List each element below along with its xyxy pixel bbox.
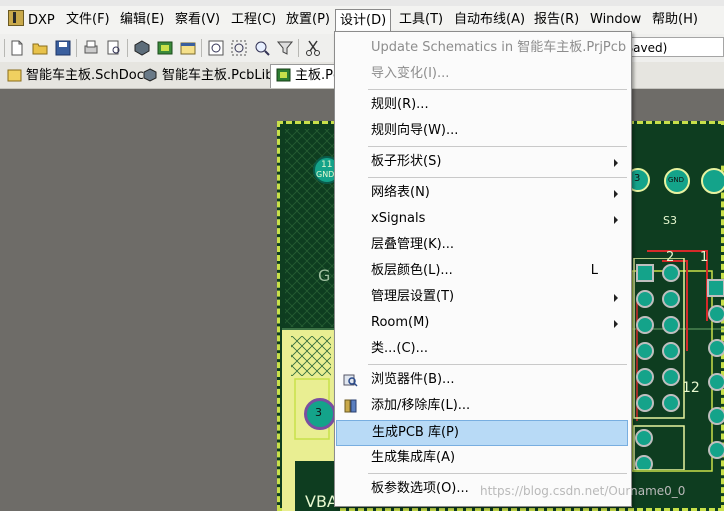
new-file-icon[interactable]: [8, 39, 26, 57]
submenu-arrow-icon: [614, 190, 618, 198]
zoom-selected-icon[interactable]: [253, 39, 271, 57]
menu-make-integrated-library[interactable]: 生成集成库(A): [336, 446, 628, 470]
library-icon: [344, 399, 357, 413]
layer-icon[interactable]: [179, 39, 197, 57]
menu-separator: [368, 146, 627, 147]
menu-update-schematics[interactable]: Update Schematics in 智能车主板.PrjPcb: [336, 36, 628, 60]
schematic-doc-icon: [7, 69, 22, 82]
3d-view-icon[interactable]: [133, 39, 151, 57]
menu-make-pcb-library[interactable]: 生成PCB 库(P): [336, 420, 628, 446]
menu-tools[interactable]: 工具(T): [395, 10, 447, 30]
filter-icon[interactable]: [276, 39, 294, 57]
menu-project[interactable]: 工程(C): [227, 10, 280, 30]
menu-layer-set-manager[interactable]: 管理层设置(T): [336, 285, 628, 309]
board-icon[interactable]: [156, 39, 174, 57]
board-label-g: G: [318, 266, 331, 285]
menu-add-remove-library[interactable]: 添加/移除库(L)...: [336, 394, 628, 418]
pad-gnd-right[interactable]: GND: [664, 168, 690, 194]
submenu-arrow-icon: [614, 216, 618, 224]
submenu-arrow-icon: [614, 159, 618, 167]
design-menu-dropdown: Update Schematics in 智能车主板.PrjPcb 导入变化(I…: [334, 31, 632, 507]
board-label-s3: S3: [663, 214, 677, 227]
menu-browse-components[interactable]: 浏览器件(B)...: [336, 368, 628, 392]
tab-schdoc[interactable]: 智能车主板.SchDoc: [2, 65, 150, 86]
toolbar-separator: [76, 39, 77, 57]
menu-separator: [368, 364, 627, 365]
menu-separator: [368, 89, 627, 90]
menu-help[interactable]: 帮助(H): [648, 10, 702, 30]
menu-window[interactable]: Window: [586, 10, 645, 30]
menu-autoroute[interactable]: 自动布线(A): [450, 10, 529, 30]
open-folder-icon[interactable]: [31, 39, 49, 57]
menu-reports[interactable]: 报告(R): [530, 10, 583, 30]
menu-board-shape[interactable]: 板子形状(S): [336, 150, 628, 174]
menu-view[interactable]: 察看(V): [171, 10, 224, 30]
dxp-logo-icon: [8, 10, 24, 26]
menu-import-changes[interactable]: 导入变化(I)...: [336, 62, 628, 86]
submenu-arrow-icon: [614, 294, 618, 302]
zoom-area-icon[interactable]: [230, 39, 248, 57]
toolbar-separator: [201, 39, 202, 57]
menu-edit[interactable]: 编辑(E): [116, 10, 168, 30]
print-preview-icon[interactable]: [105, 39, 123, 57]
toolbar-separator: [298, 39, 299, 57]
pcb-doc-icon: [276, 68, 291, 82]
menu-room[interactable]: Room(M): [336, 311, 628, 335]
pad-edge-right[interactable]: [701, 168, 724, 194]
header-pads: [633, 258, 724, 470]
watermark: https://blog.csdn.net/Ourname0_0: [480, 484, 686, 498]
menu-separator: [368, 177, 627, 178]
menu-separator: [368, 473, 627, 474]
browse-components-icon: [343, 374, 358, 387]
menu-layer-stack-manager[interactable]: 层叠管理(K)...: [336, 233, 628, 257]
menu-xsignals[interactable]: xSignals: [336, 207, 628, 231]
pcb-lib-icon: [143, 68, 157, 82]
menu-netlist[interactable]: 网络表(N): [336, 181, 628, 205]
save-icon[interactable]: [54, 39, 72, 57]
tab-pcblib[interactable]: 智能车主板.PcbLib: [138, 65, 279, 86]
tab-pcbdoc[interactable]: 主板.Pc: [270, 64, 336, 88]
menu-place[interactable]: 放置(P): [282, 10, 334, 30]
submenu-arrow-icon: [614, 320, 618, 328]
pad-3-left[interactable]: 3: [304, 398, 336, 430]
menu-rule-wizard[interactable]: 规则向导(W)...: [336, 119, 628, 143]
menu-file[interactable]: 文件(F): [62, 10, 114, 30]
zoom-fit-icon[interactable]: [207, 39, 225, 57]
toolbar-separator: [127, 39, 128, 57]
menu-rules[interactable]: 规则(R)...: [336, 93, 628, 117]
toolbar-grip: [4, 39, 5, 57]
menu-board-layers-colors[interactable]: 板层颜色(L)... L: [336, 259, 628, 283]
menu-dxp[interactable]: DXP: [4, 10, 59, 30]
cut-icon[interactable]: [304, 39, 322, 57]
print-icon[interactable]: [82, 39, 100, 57]
menu-classes[interactable]: 类...(C)...: [336, 337, 628, 361]
